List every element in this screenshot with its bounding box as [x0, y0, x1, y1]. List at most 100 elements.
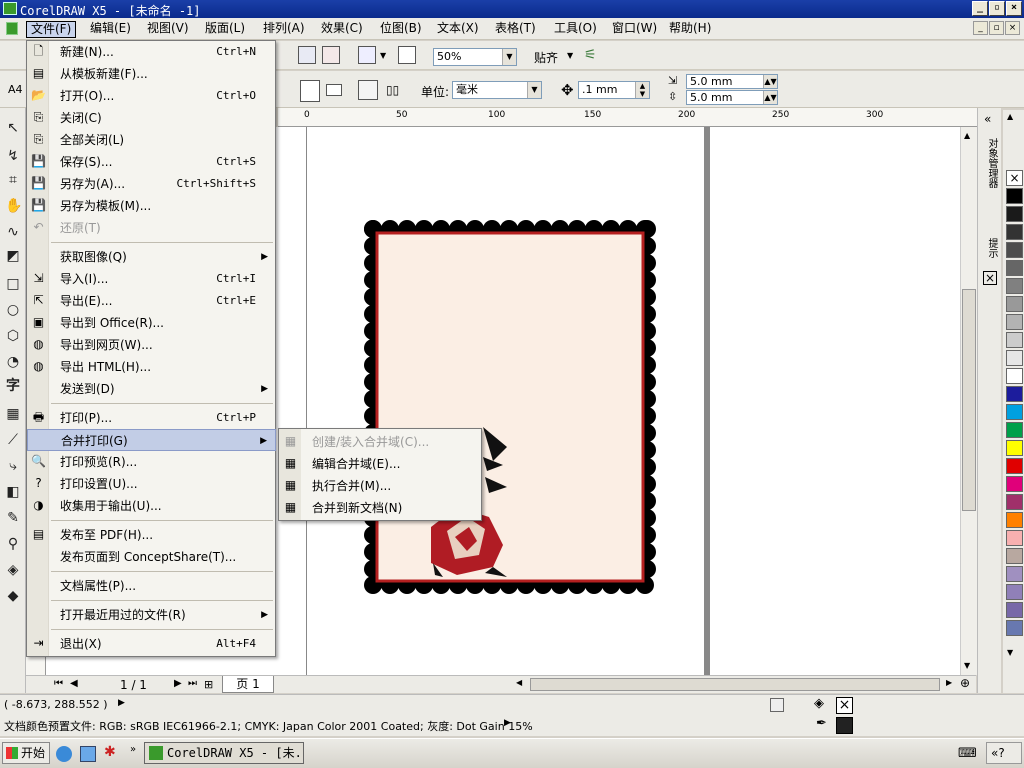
scroll-down-icon[interactable]: ▼	[964, 661, 970, 670]
nudge-distance-field[interactable]: .1 mm ▲ ▼	[578, 81, 650, 99]
horizontal-ruler[interactable]: 0 50 100 150 200 250 300	[278, 108, 978, 127]
status-expand-icon[interactable]: ▶	[118, 698, 125, 708]
fill-tool-icon[interactable]: ◈	[5, 562, 21, 578]
duplicate-x-spinner[interactable]: ▲▼	[763, 75, 777, 88]
color-swatch[interactable]	[1006, 548, 1023, 564]
interactive-fill-tool-icon[interactable]: ◆	[5, 588, 21, 604]
polygon-tool-icon[interactable]: ⬡	[5, 328, 21, 344]
color-swatch[interactable]	[1006, 188, 1023, 204]
export-icon[interactable]	[322, 46, 340, 64]
last-page-icon[interactable]: ⏭	[188, 678, 197, 689]
start-button[interactable]: 开始	[2, 742, 50, 764]
next-page-icon[interactable]: ▶	[174, 678, 182, 689]
zoom-navigator-icon[interactable]: ⊕	[960, 676, 970, 690]
basic-shapes-tool-icon[interactable]: ◔	[5, 354, 21, 370]
vertical-scrollbar[interactable]: ▲ ▼	[960, 127, 977, 675]
color-profile-text[interactable]: 文档颜色预置文件: RGB: sRGB IEC61966-2.1; CMYK: …	[4, 718, 533, 734]
document-page[interactable]	[306, 127, 704, 675]
menu-item-publish-pdf[interactable]: ▤ 发布至 PDF(H)...	[27, 524, 276, 546]
options-icon[interactable]: ⚟	[584, 47, 597, 63]
menu-item-publish-conceptshare[interactable]: 发布页面到 ConceptShare(T)...	[27, 546, 276, 568]
menu-file[interactable]: 文件(F)	[26, 21, 77, 38]
menu-arrange[interactable]: 排列(A)	[259, 21, 309, 38]
units-dropdown-icon[interactable]: ▼	[527, 82, 541, 98]
scroll-left-icon[interactable]: ◀	[516, 678, 522, 687]
prev-page-icon[interactable]: ◀	[70, 678, 78, 689]
snap-dropdown-icon[interactable]: ▼	[567, 51, 573, 60]
menu-item-perform-merge[interactable]: ▦ 执行合并(M)...	[279, 475, 481, 497]
menu-item-export-office[interactable]: ▣ 导出到 Office(R)...	[27, 312, 276, 334]
application-launcher-icon[interactable]	[358, 46, 376, 64]
color-swatch[interactable]	[1006, 278, 1023, 294]
color-swatch[interactable]	[1006, 260, 1023, 276]
menu-tools[interactable]: 工具(O)	[550, 21, 601, 38]
color-swatch[interactable]	[1006, 530, 1023, 546]
menu-item-merge-to-new-document[interactable]: ▦ 合并到新文档(N)	[279, 497, 481, 519]
menu-item-print-preview[interactable]: 🔍 打印预览(R)...	[27, 451, 276, 473]
menu-effects[interactable]: 效果(C)	[317, 21, 367, 38]
quicklaunch-more-icon[interactable]: »	[130, 744, 136, 755]
menu-item-new-from-template[interactable]: ▤ 从模板新建(F)...	[27, 63, 276, 85]
shape-tool-icon[interactable]: ↯	[5, 148, 21, 164]
palette-scroll-down-icon[interactable]: ▼	[1007, 648, 1013, 657]
all-pages-button[interactable]	[358, 80, 378, 100]
minimize-button[interactable]: _	[972, 1, 988, 16]
tray-keyboard-icon[interactable]: ⌨	[958, 746, 977, 761]
menu-item-document-properties[interactable]: 文档属性(P)...	[27, 575, 276, 597]
color-swatch[interactable]	[1006, 422, 1023, 438]
dimension-tool-icon[interactable]: ⟋	[5, 432, 21, 448]
palette-scroll-up-icon[interactable]: ▲	[1007, 112, 1013, 121]
color-swatch[interactable]	[1006, 332, 1023, 348]
scroll-up-icon[interactable]: ▲	[964, 131, 970, 140]
menu-item-save-as[interactable]: 💾 另存为(A)... Ctrl+Shift+S	[27, 173, 276, 195]
freehand-tool-icon[interactable]: ∿	[5, 224, 21, 240]
page-size-value[interactable]: A4	[8, 83, 23, 96]
rectangle-tool-icon[interactable]: □	[5, 276, 21, 292]
menu-item-export-html[interactable]: ◍ 导出 HTML(H)...	[27, 356, 276, 378]
object-manager-tab[interactable]: 对象管理器	[983, 138, 997, 188]
menu-item-close-all[interactable]: ⎘ 全部关闭(L)	[27, 129, 276, 151]
units-select[interactable]: 毫米 ▼	[452, 81, 542, 99]
first-page-icon[interactable]: ⏮	[54, 678, 63, 689]
color-swatch[interactable]	[1006, 404, 1023, 420]
menu-item-send-to[interactable]: 发送到(D) ▶	[27, 378, 276, 400]
doc-close-button[interactable]: ×	[1005, 21, 1020, 35]
menu-item-save-as-template[interactable]: 💾 另存为模板(M)...	[27, 195, 276, 217]
launcher-dropdown-icon[interactable]: ▼	[380, 51, 386, 60]
menu-bitmaps[interactable]: 位图(B)	[376, 21, 426, 38]
menu-help[interactable]: 帮助(H)	[665, 21, 715, 38]
quicklaunch-browser-icon[interactable]	[56, 746, 72, 762]
menu-text[interactable]: 文本(X)	[433, 21, 483, 38]
pan-tool-icon[interactable]: ✋	[5, 198, 22, 214]
pick-tool-icon[interactable]: ↖	[5, 120, 21, 136]
zoom-dropdown-icon[interactable]: ▼	[502, 49, 516, 65]
color-swatch[interactable]	[1006, 620, 1023, 636]
zoom-level-field[interactable]: 50% ▼	[433, 48, 517, 66]
crop-tool-icon[interactable]: ⌗	[5, 172, 21, 188]
menu-item-print-setup[interactable]: ? 打印设置(U)...	[27, 473, 276, 495]
close-docker-icon[interactable]: ×	[983, 271, 997, 285]
maximize-button[interactable]: ▫	[989, 1, 1005, 16]
blend-tool-icon[interactable]: ◧	[5, 484, 21, 500]
current-page-icon[interactable]: ▯▯	[386, 83, 399, 97]
menu-table[interactable]: 表格(T)	[491, 21, 540, 38]
menu-item-create-merge-fields[interactable]: ▦ 创建/装入合并域(C)...	[279, 431, 481, 453]
color-swatch[interactable]	[1006, 206, 1023, 222]
duplicate-y-spinner[interactable]: ▲▼	[763, 91, 777, 104]
close-button[interactable]: ×	[1006, 1, 1022, 16]
connector-tool-icon[interactable]: ⤷	[5, 458, 21, 474]
taskbar-coreldraw-item[interactable]: CorelDRAW X5 - [未...	[144, 742, 304, 764]
color-swatch[interactable]	[1006, 350, 1023, 366]
color-swatch[interactable]	[1006, 458, 1023, 474]
quicklaunch-coreldraw-icon[interactable]: ✱	[104, 744, 116, 760]
color-swatch[interactable]	[1006, 224, 1023, 240]
horizontal-scroll-thumb[interactable]	[530, 678, 940, 691]
welcome-screen-icon[interactable]	[398, 46, 416, 64]
color-swatch[interactable]	[1006, 584, 1023, 600]
doc-restore-button[interactable]: ▫	[989, 21, 1004, 35]
menu-item-recent-files[interactable]: 打开最近用过的文件(R) ▶	[27, 604, 276, 626]
color-swatch[interactable]	[1006, 512, 1023, 528]
quicklaunch-ie-icon[interactable]	[80, 746, 96, 762]
menu-item-print[interactable]: 🖶 打印(P)... Ctrl+P	[27, 407, 276, 429]
menu-item-edit-merge-fields[interactable]: ▦ 编辑合并域(E)...	[279, 453, 481, 475]
